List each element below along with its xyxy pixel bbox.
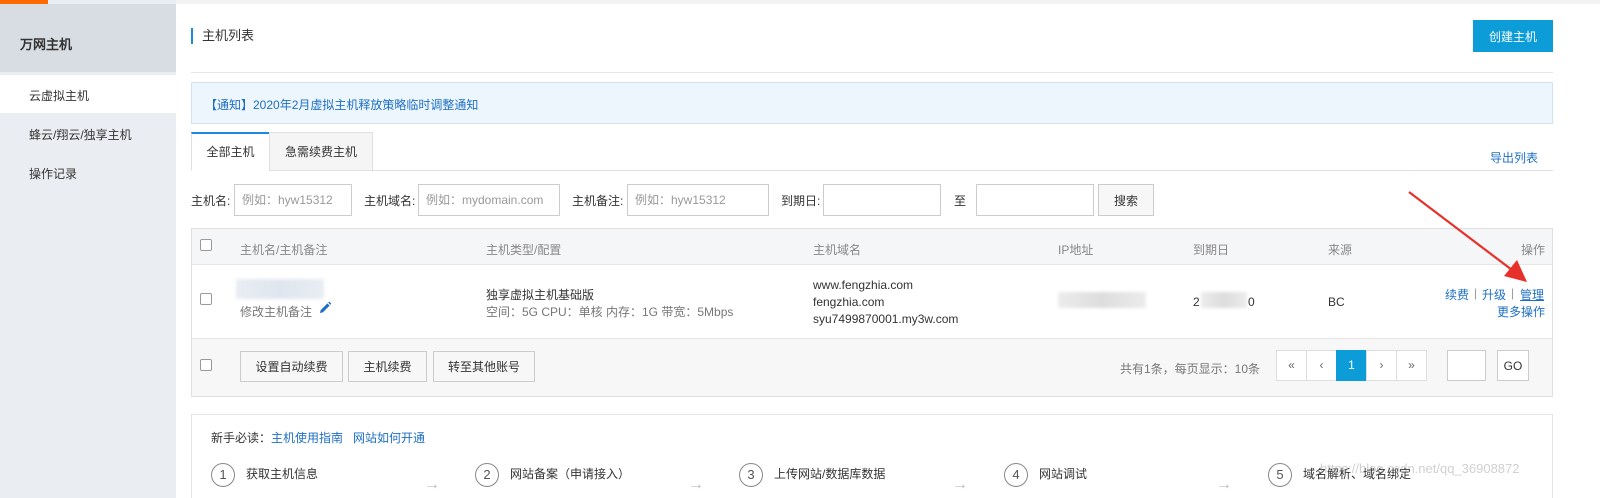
host-type: 独享虚拟主机基础版 — [486, 288, 595, 302]
step-number: 1 — [211, 463, 235, 487]
watermark: https://blog.csdn.net/qq_36908872 — [1320, 461, 1520, 476]
step-number: 4 — [1004, 463, 1028, 487]
sidebar-item-operation-log[interactable]: 操作记录 — [0, 153, 176, 191]
step-label: 获取主机信息 — [246, 467, 319, 481]
domain-1: www.fengzhia.com — [813, 278, 914, 292]
auto-renew-button[interactable]: 设置自动续费 — [240, 351, 343, 382]
redacted-ip — [1058, 292, 1146, 308]
domain-3: syu7499870001.my3w.com — [813, 312, 959, 326]
footer-select-all-checkbox[interactable] — [200, 359, 212, 371]
col-host-name: 主机名/主机备注 — [240, 243, 328, 257]
tabs-underline — [191, 170, 1553, 171]
host-config: 空间：5G CPU：单核 内存：1G 带宽：5Mbps — [486, 305, 734, 319]
pager-last[interactable]: » — [1396, 350, 1427, 381]
host-remark-label: 主机备注: — [572, 194, 624, 208]
step-number: 3 — [739, 463, 763, 487]
expire-end-input[interactable] — [976, 184, 1094, 216]
sidebar-item-exclusive-host[interactable]: 蜂云/翔云/独享主机 — [0, 114, 176, 152]
guide-intro: 新手必读： — [211, 431, 272, 445]
step-label: 网站调试 — [1039, 467, 1088, 481]
renew-link[interactable]: 续费 — [1445, 286, 1469, 303]
host-renew-button[interactable]: 主机续费 — [348, 351, 427, 382]
action-separator: | — [1474, 286, 1478, 300]
pager-next[interactable]: › — [1366, 350, 1397, 381]
col-domain: 主机域名 — [813, 243, 862, 257]
search-button[interactable]: 搜索 — [1098, 184, 1154, 216]
arrow-right-icon: → — [1216, 476, 1232, 493]
page-number-input[interactable] — [1447, 350, 1486, 381]
step-number: 2 — [475, 463, 499, 487]
arrow-right-icon: → — [952, 476, 968, 493]
pagination-summary: 共有1条，每页显示：10条 — [1120, 362, 1261, 376]
manage-link[interactable]: 管理 — [1520, 286, 1544, 303]
col-ip: IP地址 — [1058, 243, 1094, 257]
pager-first[interactable]: « — [1276, 350, 1307, 381]
step-number: 5 — [1268, 463, 1292, 487]
step-label: 网站备案（申请接入） — [510, 467, 631, 481]
beginner-guide — [191, 414, 1553, 498]
edit-remark-link[interactable]: 修改主机备注 — [240, 303, 312, 320]
sidebar-item-cloud-virtual-host[interactable]: 云虚拟主机 — [0, 75, 176, 113]
action-separator: | — [1511, 286, 1515, 300]
more-actions-link[interactable]: 更多操作 — [1497, 303, 1545, 320]
date-range-to-label: 至 — [954, 194, 967, 208]
redacted-host-name — [236, 279, 324, 299]
top-border — [176, 0, 1600, 4]
col-host-type: 主机类型/配置 — [486, 243, 562, 257]
page-title: 主机列表 — [191, 28, 254, 44]
create-host-button[interactable]: 创建主机 — [1473, 20, 1553, 52]
expire-date-start: 2 — [1193, 295, 1200, 309]
col-source: 来源 — [1328, 243, 1353, 257]
host-guide-link[interactable]: 主机使用指南 — [271, 429, 343, 446]
expire-date-end: 0 — [1248, 295, 1255, 309]
source-value: BC — [1328, 295, 1345, 309]
sidebar-title: 万网主机 — [0, 4, 176, 72]
step-label: 上传网站/数据库数据 — [774, 467, 886, 481]
pencil-icon[interactable] — [318, 301, 332, 318]
export-list-link[interactable]: 导出列表 — [1490, 149, 1538, 166]
expire-start-input[interactable] — [823, 184, 941, 216]
domain-2: fengzhia.com — [813, 295, 885, 309]
tab-all-hosts[interactable]: 全部主机 — [191, 132, 270, 171]
notice-link[interactable]: 【通知】2020年2月虚拟主机释放策略临时调整通知 — [205, 98, 478, 112]
host-domain-label: 主机域名: — [364, 194, 416, 208]
tab-renewal-needed[interactable]: 急需续费主机 — [269, 132, 373, 171]
notice-banner[interactable]: 【通知】2020年2月虚拟主机释放策略临时调整通知 — [191, 82, 1553, 124]
site-setup-link[interactable]: 网站如何开通 — [353, 429, 425, 446]
arrow-right-icon: → — [424, 476, 440, 493]
pager-prev[interactable]: ‹ — [1306, 350, 1337, 381]
expire-date-label: 到期日: — [781, 194, 821, 208]
host-name-label: 主机名: — [191, 194, 231, 208]
host-remark-input[interactable] — [627, 184, 769, 216]
transfer-account-button[interactable]: 转至其他账号 — [433, 351, 535, 382]
redacted-expire-date — [1201, 292, 1247, 308]
row-checkbox[interactable] — [200, 293, 212, 305]
go-button[interactable]: GO — [1497, 350, 1529, 381]
host-name-input[interactable] — [234, 184, 352, 216]
header-divider — [191, 72, 1553, 73]
annotation-arrow-icon — [1408, 191, 1527, 282]
select-all-checkbox[interactable] — [200, 239, 212, 251]
upgrade-link[interactable]: 升级 — [1482, 286, 1506, 303]
arrow-right-icon: → — [688, 476, 704, 493]
pager-page-1[interactable]: 1 — [1336, 350, 1367, 381]
col-expire: 到期日 — [1193, 243, 1230, 257]
host-domain-input[interactable] — [418, 184, 560, 216]
